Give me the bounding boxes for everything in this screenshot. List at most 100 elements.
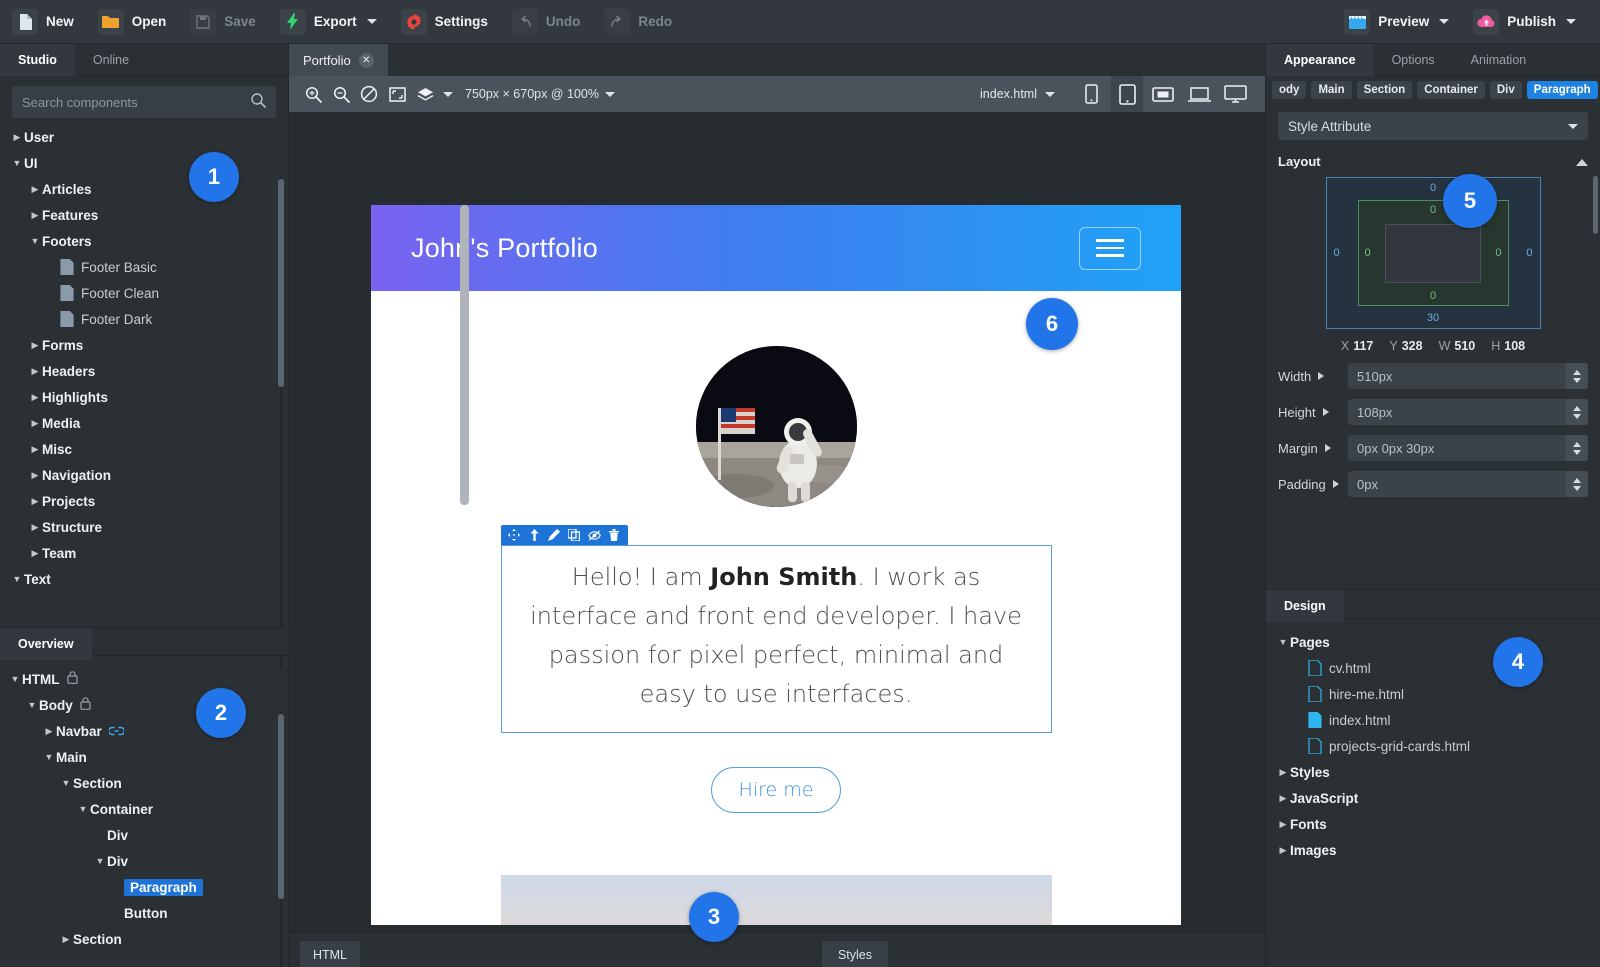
chevron-right-icon[interactable]: ▶ — [28, 392, 42, 403]
tab-design[interactable]: Design — [1266, 590, 1344, 622]
device-laptop[interactable] — [1183, 76, 1215, 112]
search-input[interactable] — [22, 94, 251, 110]
overview-tree-item[interactable]: ▼ HTML — [0, 666, 289, 692]
preview-button[interactable]: Preview — [1332, 0, 1461, 44]
design-tree-item[interactable]: ▶ Fonts — [1266, 811, 1600, 837]
fit-screen-icon[interactable] — [385, 82, 409, 106]
design-tree-item[interactable]: ▶ index.html — [1266, 707, 1600, 733]
design-tree-item[interactable]: ▶ projects-grid-cards.html — [1266, 733, 1600, 759]
chevron-down-icon[interactable]: ▼ — [25, 700, 39, 710]
tab-appearance[interactable]: Appearance — [1266, 44, 1374, 76]
chevron-right-icon[interactable] — [1332, 480, 1339, 488]
prop-padding-input[interactable] — [1348, 476, 1566, 492]
component-tree-item[interactable]: ▶ Footer Clean — [0, 280, 288, 306]
breadcrumb-item[interactable]: Section — [1356, 81, 1413, 99]
chevron-right-icon[interactable]: ▶ — [42, 726, 56, 737]
duplicate-icon[interactable] — [566, 527, 583, 544]
preview-brand[interactable]: John's Portfolio — [411, 233, 598, 264]
component-tree-item[interactable]: ▶ Footer Dark — [0, 306, 288, 332]
component-tree-item[interactable]: ▶ Forms — [0, 332, 288, 358]
overview-tree-item[interactable]: ▶Button — [0, 900, 289, 926]
overview-tree-item[interactable]: ▶Div — [0, 822, 289, 848]
chevron-right-icon[interactable]: ▶ — [1276, 845, 1290, 856]
design-tree-item[interactable]: ▶ cv.html — [1266, 655, 1600, 681]
chevron-right-icon[interactable]: ▶ — [28, 522, 42, 533]
chevron-down-icon[interactable]: ▼ — [42, 752, 56, 762]
overview-tree-item[interactable]: ▼ Div — [0, 848, 289, 874]
prop-height-field[interactable] — [1348, 399, 1588, 425]
components-tree[interactable]: ▶User▼UI▶Articles▶Features▼Footers▶Foote… — [0, 124, 288, 604]
component-tree-item[interactable]: ▶ Footer Basic — [0, 254, 288, 280]
canvas-vertical-scrollbar[interactable] — [460, 205, 469, 505]
chevron-right-icon[interactable] — [1322, 408, 1329, 416]
publish-button[interactable]: Publish — [1461, 0, 1588, 44]
margin-left-value[interactable]: 0 — [1334, 247, 1340, 259]
padding-top-value[interactable]: 0 — [1430, 204, 1436, 216]
overview-tree-item[interactable]: ▶ Section — [0, 926, 289, 952]
select-parent-icon[interactable] — [526, 527, 543, 544]
layers-icon[interactable] — [413, 82, 437, 106]
breadcrumb[interactable]: ody Main Section Container Div Paragraph — [1266, 76, 1600, 104]
components-scrollbar[interactable] — [278, 179, 284, 387]
style-attribute-select[interactable]: Style Attribute — [1278, 112, 1588, 140]
chevron-right-icon[interactable]: ▶ — [28, 340, 42, 351]
breadcrumb-item[interactable]: Div — [1489, 81, 1522, 99]
chevron-down-icon[interactable] — [1439, 19, 1450, 24]
chevron-down-icon[interactable]: ▼ — [76, 804, 90, 814]
chevron-down-icon[interactable]: ▼ — [1276, 637, 1290, 647]
design-tree[interactable]: ▼Pages ▶ cv.html ▶ hire-me.html ▶ index.html ▶ p… — [1266, 619, 1600, 863]
chevron-right-icon[interactable] — [1318, 372, 1325, 380]
canvas-size-label[interactable]: 750px × 670px @ 100% — [465, 87, 599, 101]
breadcrumb-item[interactable]: Main — [1311, 81, 1352, 99]
margin-top-value[interactable]: 0 — [1430, 182, 1436, 194]
close-icon[interactable]: ✕ — [358, 52, 374, 68]
component-tree-item[interactable]: ▶ Features — [0, 202, 288, 228]
current-file-label[interactable]: index.html — [980, 87, 1055, 101]
edit-pencil-icon[interactable] — [546, 527, 563, 544]
device-tablet[interactable] — [1111, 76, 1143, 112]
chevron-right-icon[interactable]: ▶ — [1276, 793, 1290, 804]
design-tree-item[interactable]: ▶ Images — [1266, 837, 1600, 863]
device-phone[interactable] — [1075, 76, 1107, 112]
selected-paragraph-box[interactable]: Hello! I am John Smith. I work as interf… — [500, 545, 1052, 733]
prop-margin-input[interactable] — [1348, 440, 1566, 456]
chevron-down-icon[interactable]: ▼ — [28, 236, 42, 246]
margin-bottom-value[interactable]: 30 — [1427, 312, 1439, 324]
chevron-right-icon[interactable]: ▶ — [28, 548, 42, 559]
prop-width-field[interactable] — [1348, 363, 1588, 389]
chevron-down-icon[interactable]: ▼ — [59, 778, 73, 788]
hire-me-button[interactable]: Hire me — [710, 766, 842, 813]
design-tree-item[interactable]: ▶ hire-me.html — [1266, 681, 1600, 707]
chevron-right-icon[interactable]: ▶ — [28, 444, 42, 455]
chevron-right-icon[interactable]: ▶ — [28, 470, 42, 481]
avatar[interactable] — [695, 346, 857, 507]
component-tree-item[interactable]: ▶ Navigation — [0, 462, 288, 488]
new-button[interactable]: New — [0, 0, 86, 44]
settings-button[interactable]: Settings — [389, 0, 500, 44]
search-icon[interactable] — [251, 93, 266, 111]
move-icon[interactable] — [506, 527, 523, 544]
tab-online[interactable]: Online — [75, 44, 147, 76]
chevron-down-icon[interactable]: ▼ — [93, 856, 107, 866]
file-chevron-down-icon[interactable] — [1045, 91, 1055, 97]
delete-trash-icon[interactable] — [606, 527, 623, 544]
design-tree-item[interactable]: ▼ Pages — [1266, 629, 1600, 655]
chevron-right-icon[interactable]: ▶ — [28, 210, 42, 221]
design-tree-item[interactable]: ▶ JavaScript — [1266, 785, 1600, 811]
breadcrumb-item[interactable]: Container — [1417, 81, 1485, 99]
breadcrumb-item[interactable]: ody — [1272, 81, 1307, 99]
margin-right-value[interactable]: 0 — [1526, 247, 1532, 259]
prop-padding-stepper[interactable] — [1566, 471, 1588, 497]
open-button[interactable]: Open — [86, 0, 179, 44]
zoom-out-icon[interactable] — [329, 82, 353, 106]
component-tree-item[interactable]: ▶ Highlights — [0, 384, 288, 410]
tab-options[interactable]: Options — [1374, 44, 1453, 76]
box-model-diagram[interactable]: 0 30 0 0 0 0 0 0 — [1278, 177, 1588, 329]
tab-studio[interactable]: Studio — [0, 44, 75, 76]
chevron-right-icon[interactable]: ▶ — [10, 132, 24, 143]
hide-eye-icon[interactable] — [586, 527, 603, 544]
padding-left-value[interactable]: 0 — [1365, 247, 1371, 259]
zoom-in-icon[interactable] — [301, 82, 325, 106]
chevron-right-icon[interactable]: ▶ — [28, 496, 42, 507]
prop-padding-field[interactable] — [1348, 471, 1588, 497]
